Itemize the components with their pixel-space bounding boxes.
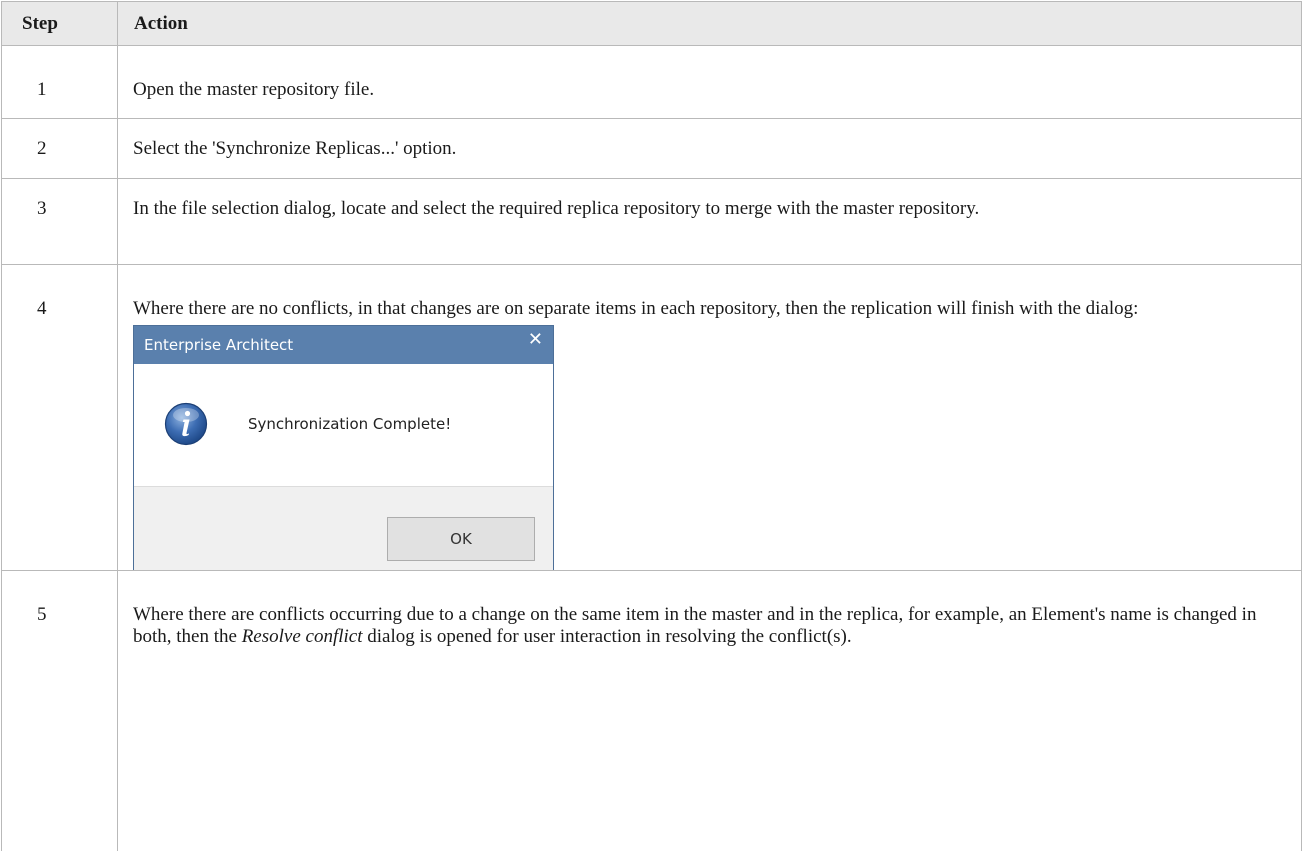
step-number: 4 [37,265,117,320]
dialog-footer: OK [134,486,553,570]
step-number-cell: 5 [2,571,118,851]
dialog-body: Synchronization Complete! [134,364,553,486]
synchronization-complete-dialog: Enterprise Architect ✕ [133,325,554,570]
action-text: Select the 'Synchronize Replicas...' opt… [133,119,1271,160]
dialog-titlebar: Enterprise Architect ✕ [134,326,553,364]
action-text-part: dialog is opened for user interaction in… [363,626,852,647]
action-text: Open the master repository file. [133,46,1271,101]
table-row: 2 Select the 'Synchronize Replicas...' o… [2,119,1302,179]
action-column-header: Action [118,2,1302,46]
step-number-cell: 3 [2,179,118,265]
info-icon [164,402,208,446]
action-cell: Where there are conflicts occurring due … [118,571,1302,851]
step-column-header: Step [2,2,118,46]
action-cell: Select the 'Synchronize Replicas...' opt… [118,119,1302,179]
step-number: 1 [37,46,117,101]
dialog-title: Enterprise Architect [144,336,293,354]
step-number: 2 [37,119,117,160]
step-number-cell: 2 [2,119,118,179]
action-text: Where there are no conflicts, in that ch… [133,265,1271,320]
action-cell: In the file selection dialog, locate and… [118,179,1302,265]
step-number-cell: 1 [2,46,118,119]
dialog-message: Synchronization Complete! [248,415,451,433]
step-number: 5 [37,571,117,626]
table-row: 1 Open the master repository file. [2,46,1302,119]
table-row: 4 Where there are no conflicts, in that … [2,265,1302,571]
steps-table: Step Action 1 Open the master repository… [1,1,1302,851]
action-text: Where there are conflicts occurring due … [133,571,1271,648]
ok-button[interactable]: OK [387,517,535,561]
action-cell: Where there are no conflicts, in that ch… [118,265,1302,571]
step-number-cell: 4 [2,265,118,571]
close-icon[interactable]: ✕ [528,329,543,351]
table-row: 3 In the file selection dialog, locate a… [2,179,1302,265]
header-row: Step Action [2,2,1302,46]
action-text: In the file selection dialog, locate and… [133,179,1271,220]
resolve-conflict-emphasis: Resolve conflict [242,626,363,647]
step-number: 3 [37,179,117,220]
table-row: 5 Where there are conflicts occurring du… [2,571,1302,851]
action-cell: Open the master repository file. [118,46,1302,119]
